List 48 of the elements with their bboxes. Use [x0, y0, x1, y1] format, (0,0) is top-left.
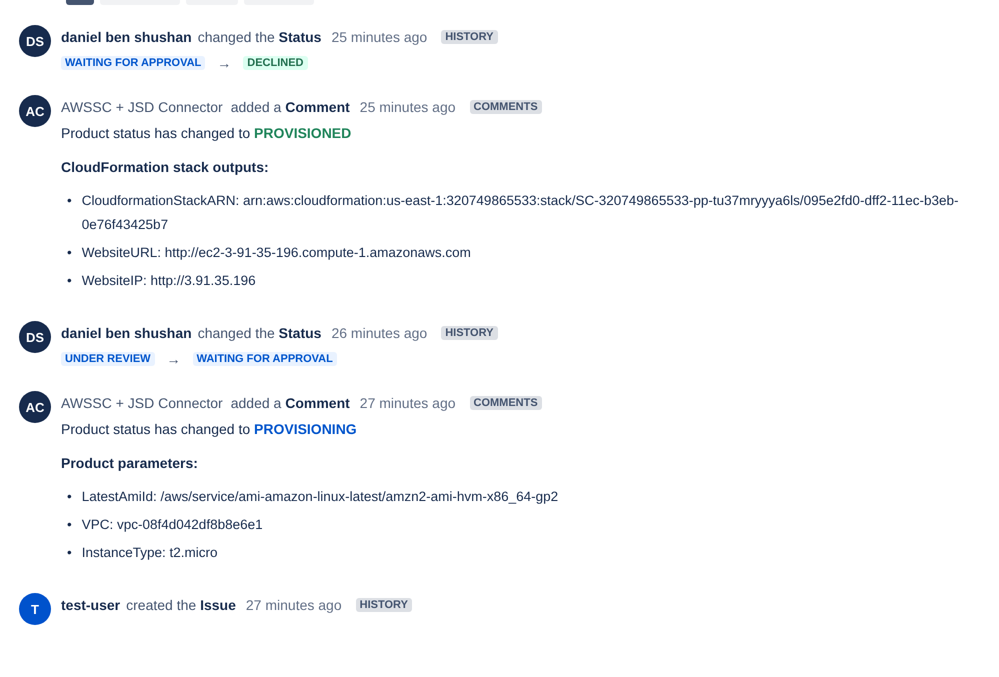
activity-tag: HISTORY	[441, 326, 498, 340]
bullet: •	[67, 272, 72, 290]
timestamp: 27 minutes ago	[360, 395, 456, 411]
status-lozenge: WAITING FOR APPROVAL	[192, 352, 337, 366]
avatar[interactable]: DS	[19, 25, 51, 57]
comment-text: Product status has changed to PROVISIONING	[61, 421, 358, 437]
bullet: •	[67, 488, 72, 506]
status-lozenge: DECLINED	[243, 56, 308, 70]
avatar[interactable]: AC	[19, 391, 51, 423]
timestamp: 27 minutes ago	[246, 597, 342, 613]
action-text: added a Comment	[230, 395, 350, 411]
activity-tag: COMMENTS	[470, 100, 542, 114]
list-item: VPC: vpc-08f4d042df8b8e6e1	[82, 516, 263, 534]
timestamp: 26 minutes ago	[331, 325, 428, 341]
list-item: LatestAmiId: /aws/service/ami-amazon-linux-latest/amzn2-ami-hvm-x86_64-gp2	[82, 488, 558, 506]
arrow-icon: →	[166, 351, 181, 367]
comment-heading: Product parameters:	[61, 455, 199, 471]
tab[interactable]	[66, 0, 94, 5]
status-lozenge: WAITING FOR APPROVAL	[61, 56, 206, 70]
action-text: changed the Status	[198, 29, 322, 45]
list-item: InstanceType: t2.micro	[82, 544, 218, 562]
list-item: WebsiteURL: http://ec2-3-91-35-196.compute-1.amazonaws.com	[82, 244, 471, 262]
list-item: CloudformationStackARN: arn:aws:cloudformation:us-east-1:320749865533:stack/SC-320749865533-pp-tu37mryyya6ls/095e2fd0-dff2-11ec-b3eb-0e76f43425b7	[82, 192, 960, 234]
author-name[interactable]: AWSSC + JSD Connector	[61, 395, 223, 411]
timestamp: 25 minutes ago	[331, 29, 428, 45]
author-name[interactable]: AWSSC + JSD Connector	[61, 99, 223, 115]
action-text: changed the Status	[198, 325, 322, 341]
bullet: •	[67, 516, 72, 534]
timestamp: 25 minutes ago	[360, 99, 456, 115]
action-text: created the Issue	[126, 597, 236, 613]
activity-tag: COMMENTS	[470, 396, 542, 410]
list-item: WebsiteIP: http://3.91.35.196	[82, 272, 256, 290]
activity-tag: HISTORY	[441, 30, 498, 44]
avatar[interactable]: DS	[19, 321, 51, 353]
author-name[interactable]: test-user	[61, 597, 120, 613]
comment-text: Product status has changed to PROVISIONED	[61, 125, 352, 141]
bullet: •	[67, 192, 72, 210]
bullet: •	[67, 544, 72, 562]
action-text: added a Comment	[230, 99, 350, 115]
author-name[interactable]: daniel ben shushan	[61, 325, 192, 341]
activity-tag: HISTORY	[356, 598, 412, 612]
avatar[interactable]: T	[19, 593, 51, 625]
avatar[interactable]: AC	[19, 95, 51, 127]
bullet: •	[67, 244, 72, 262]
status-lozenge: UNDER REVIEW	[61, 352, 155, 366]
author-name[interactable]: daniel ben shushan	[61, 29, 192, 45]
arrow-icon: →	[217, 55, 232, 71]
comment-heading: CloudFormation stack outputs:	[61, 159, 270, 175]
